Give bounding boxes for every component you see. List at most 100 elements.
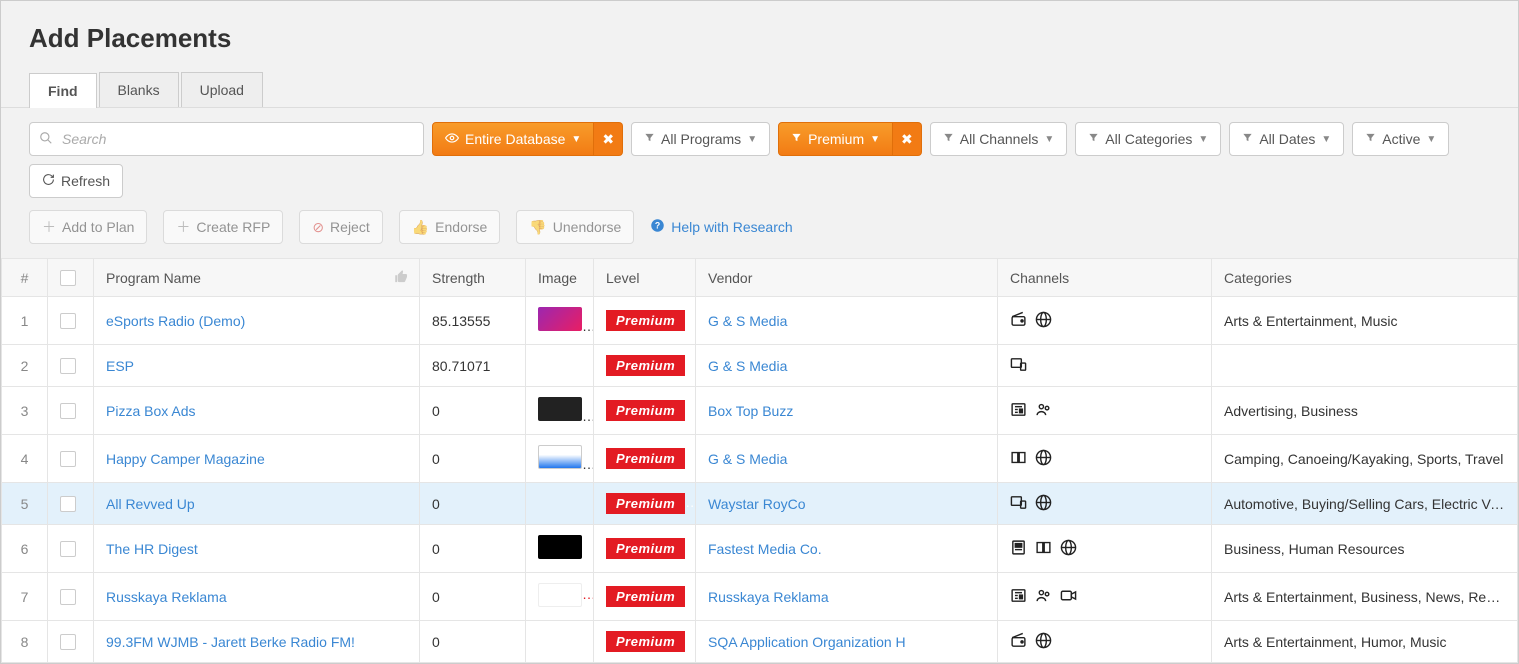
checkbox[interactable] xyxy=(60,270,76,286)
col-level[interactable]: Level xyxy=(594,259,696,297)
people-icon xyxy=(1035,587,1052,604)
table-row[interactable]: 8 99.3FM WJMB - Jarett Berke Radio FM! 0… xyxy=(2,621,1518,663)
add-to-plan-label: Add to Plan xyxy=(62,219,134,235)
col-select-all[interactable] xyxy=(48,259,94,297)
clear-premium[interactable]: ✖ xyxy=(893,122,922,156)
program-link[interactable]: ESP xyxy=(106,358,134,374)
col-image[interactable]: Image xyxy=(526,259,594,297)
program-link[interactable]: Happy Camper Magazine xyxy=(106,451,265,467)
program-thumbnail xyxy=(538,445,582,469)
checkbox[interactable] xyxy=(60,451,76,467)
col-categories[interactable]: Categories xyxy=(1212,259,1518,297)
reject-button[interactable]: ⊘ Reject xyxy=(299,210,382,244)
create-rfp-button[interactable]: ＋ Create RFP xyxy=(163,210,283,244)
row-checkbox-cell xyxy=(48,345,94,387)
unendorse-button[interactable]: 👎 Unendorse xyxy=(516,210,634,244)
caret-icon: ▼ xyxy=(571,134,581,145)
program-cell: All Revved Up xyxy=(94,483,420,525)
premium-badge: Premium xyxy=(606,493,685,514)
col-vendor[interactable]: Vendor xyxy=(696,259,998,297)
search-input[interactable] xyxy=(29,122,424,156)
program-link[interactable]: Russkaya Reklama xyxy=(106,589,227,605)
table-row[interactable]: 3 Pizza Box Ads 0 Premium Box Top Buzz A… xyxy=(2,387,1518,435)
filter-channels[interactable]: All Channels ▼ xyxy=(930,122,1068,156)
program-link[interactable]: eSports Radio (Demo) xyxy=(106,313,245,329)
col-channels[interactable]: Channels xyxy=(998,259,1212,297)
table-row[interactable]: 5 All Revved Up 0 Premium Waystar RoyCo … xyxy=(2,483,1518,525)
filter-categories[interactable]: All Categories ▼ xyxy=(1075,122,1221,156)
col-number[interactable]: # xyxy=(2,259,48,297)
image-cell xyxy=(526,525,594,573)
tab-blanks[interactable]: Blanks xyxy=(99,72,179,107)
vendor-link[interactable]: G & S Media xyxy=(708,358,787,374)
thumbs-up-icon[interactable] xyxy=(394,269,409,287)
endorse-label: Endorse xyxy=(435,219,487,235)
strength-cell: 0 xyxy=(420,525,526,573)
table-row[interactable]: 2 ESP 80.71071 Premium G & S Media xyxy=(2,345,1518,387)
filter-toolbar: Entire Database ▼ ✖ All Programs ▼ Premi… xyxy=(1,108,1518,210)
tab-upload[interactable]: Upload xyxy=(181,72,263,107)
table-row[interactable]: 7 Russkaya Reklama 0 Premium Russkaya Re… xyxy=(2,573,1518,621)
checkbox[interactable] xyxy=(60,589,76,605)
col-program[interactable]: Program Name xyxy=(94,259,420,297)
vendor-link[interactable]: G & S Media xyxy=(708,313,787,329)
filter-active-label: Active xyxy=(1382,131,1420,147)
strength-cell: 0 xyxy=(420,435,526,483)
tabs: Find Blanks Upload xyxy=(1,72,1518,108)
vendor-link[interactable]: G & S Media xyxy=(708,451,787,467)
categories-cell: Arts & Entertainment, Humor, Music xyxy=(1212,621,1518,663)
refresh-icon xyxy=(42,173,55,189)
vendor-cell: G & S Media xyxy=(696,297,998,345)
filter-icon xyxy=(791,132,802,146)
categories-cell: Automotive, Buying/Selling Cars, Electri… xyxy=(1212,483,1518,525)
row-checkbox-cell xyxy=(48,483,94,525)
image-cell xyxy=(526,621,594,663)
radio-icon xyxy=(1010,311,1027,328)
channels-cell xyxy=(998,525,1212,573)
vendor-link[interactable]: Waystar RoyCo xyxy=(708,496,806,512)
checkbox[interactable] xyxy=(60,496,76,512)
checkbox[interactable] xyxy=(60,403,76,419)
filter-programs[interactable]: All Programs ▼ xyxy=(631,122,770,156)
filter-database-label: Entire Database xyxy=(465,131,565,147)
level-cell: Premium xyxy=(594,387,696,435)
vendor-link[interactable]: Russkaya Reklama xyxy=(708,589,829,605)
checkbox[interactable] xyxy=(60,541,76,557)
image-cell xyxy=(526,435,594,483)
table-row[interactable]: 4 Happy Camper Magazine 0 Premium G & S … xyxy=(2,435,1518,483)
filter-active[interactable]: Active ▼ xyxy=(1352,122,1449,156)
refresh-button[interactable]: Refresh xyxy=(29,164,123,198)
vendor-link[interactable]: Fastest Media Co. xyxy=(708,541,822,557)
add-to-plan-button[interactable]: ＋ Add to Plan xyxy=(29,210,147,244)
filter-dates[interactable]: All Dates ▼ xyxy=(1229,122,1344,156)
help-icon: ? xyxy=(650,218,665,236)
help-link[interactable]: ? Help with Research xyxy=(650,218,792,236)
clear-database[interactable]: ✖ xyxy=(594,122,623,156)
checkbox[interactable] xyxy=(60,313,76,329)
program-link[interactable]: The HR Digest xyxy=(106,541,198,557)
table-row[interactable]: 6 The HR Digest 0 Premium Fastest Media … xyxy=(2,525,1518,573)
filter-database[interactable]: Entire Database ▼ xyxy=(432,122,594,156)
col-strength[interactable]: Strength xyxy=(420,259,526,297)
vendor-link[interactable]: Box Top Buzz xyxy=(708,403,793,419)
image-cell xyxy=(526,483,594,525)
program-link[interactable]: Pizza Box Ads xyxy=(106,403,196,419)
program-thumbnail xyxy=(538,583,582,607)
devices-icon xyxy=(1010,494,1027,511)
vendor-cell: G & S Media xyxy=(696,345,998,387)
filter-premium[interactable]: Premium ▼ xyxy=(778,122,893,156)
reject-label: Reject xyxy=(330,219,370,235)
program-link[interactable]: All Revved Up xyxy=(106,496,195,512)
categories-cell: Arts & Entertainment, Business, News, Re… xyxy=(1212,573,1518,621)
caret-icon: ▼ xyxy=(1426,134,1436,145)
endorse-button[interactable]: 👍 Endorse xyxy=(399,210,501,244)
program-link[interactable]: 99.3FM WJMB - Jarett Berke Radio FM! xyxy=(106,634,355,650)
vendor-link[interactable]: SQA Application Organization H xyxy=(708,634,906,650)
tab-find[interactable]: Find xyxy=(29,73,97,108)
premium-badge: Premium xyxy=(606,448,685,469)
table-row[interactable]: 1 eSports Radio (Demo) 85.13555 Premium … xyxy=(2,297,1518,345)
checkbox[interactable] xyxy=(60,634,76,650)
strength-cell: 80.71071 xyxy=(420,345,526,387)
checkbox[interactable] xyxy=(60,358,76,374)
row-checkbox-cell xyxy=(48,435,94,483)
